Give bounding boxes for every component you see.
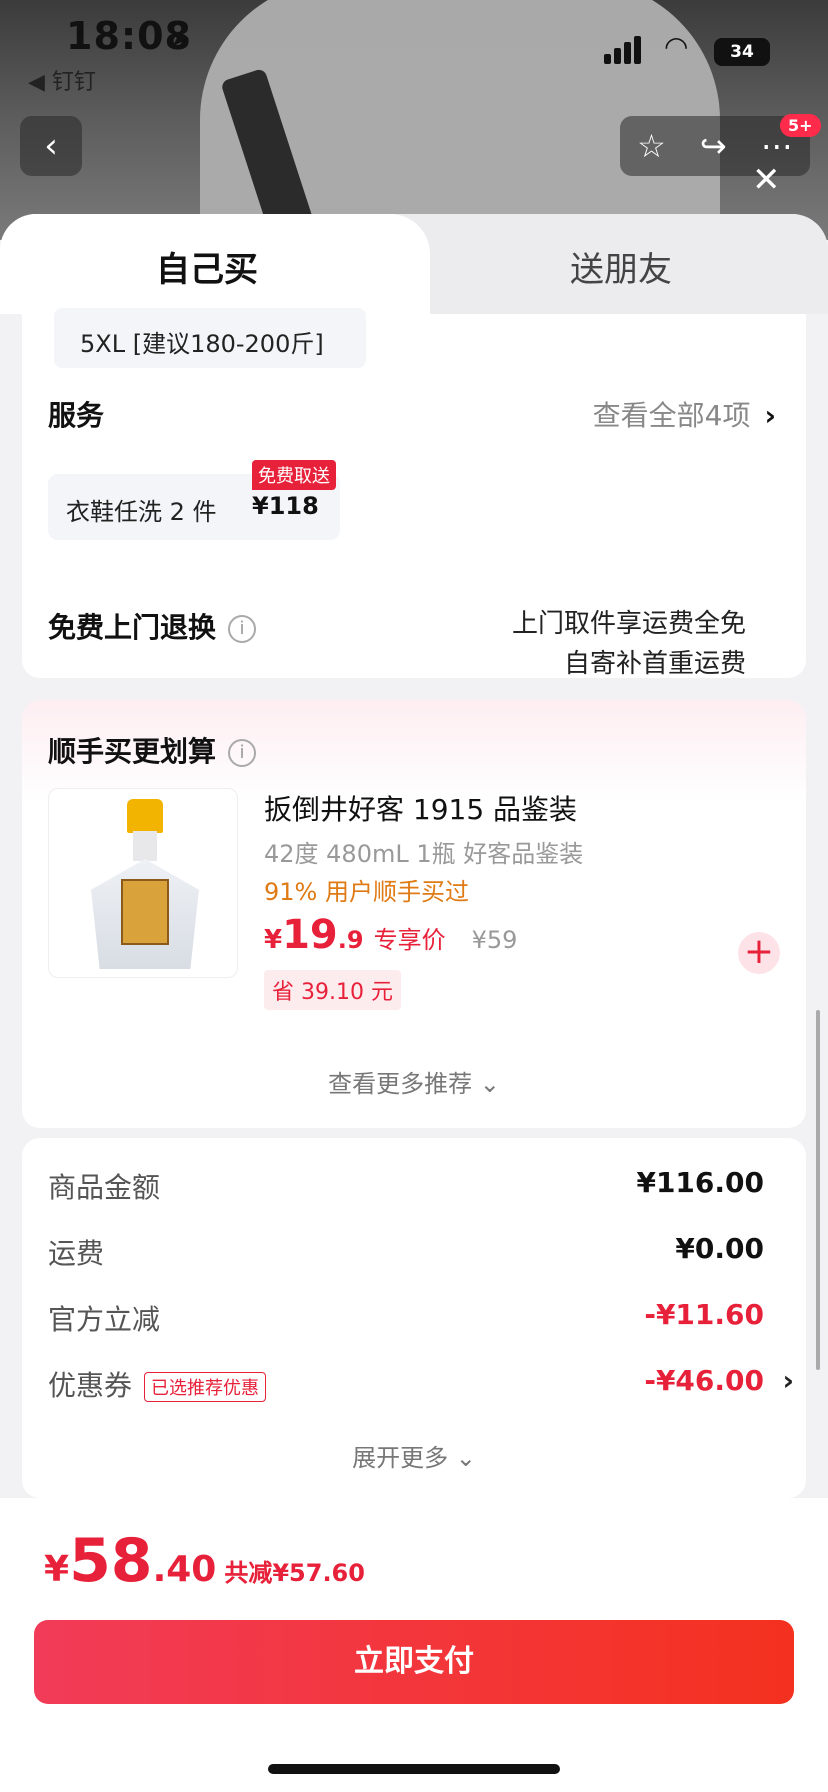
service-item-name: 衣鞋任洗 2 件 [66,498,217,526]
bottle-label-shape [121,879,169,945]
battery-icon: 34 [714,38,770,66]
free-return-title: 免费上门退换 i [48,606,257,646]
chevron-right-icon: › [764,399,776,432]
price-summary-card: 商品金额 ¥116.00 运费 ¥0.00 官方立减 -¥11.60 优惠券 已选… [22,1138,806,1498]
more-recommendations-link[interactable]: 查看更多推荐 ⌄ [22,1064,806,1099]
price-decimal: .9 [337,926,364,954]
summary-value: ¥0.00 [675,1232,764,1265]
coupon-label: 优惠券 [48,1369,133,1402]
product-bought-rate: 91% 用户顺手买过 [264,878,469,906]
share-icon[interactable]: ↪ [700,127,727,165]
back-icon: ‹ [44,126,58,166]
coupon-tag: 已选推荐优惠 [144,1372,267,1402]
signal-icon [604,36,644,64]
message-badge: 5+ [780,114,821,137]
info-icon[interactable]: i [228,739,257,767]
summary-row-coupon[interactable]: 优惠券 已选推荐优惠 -¥46.00 › [48,1364,794,1404]
scrollbar[interactable] [816,1010,820,1370]
recommendation-title: 顺手买更划算 i [48,730,257,770]
recommendation-label: 顺手买更划算 [48,735,217,768]
product-spec: 42度 480mL 1瓶 好客品鉴装 [264,840,584,868]
size-option[interactable]: 5XL [建议180-200斤] [54,308,366,368]
summary-row-official-discount: 官方立减 -¥11.60 [48,1298,764,1338]
add-product-button[interactable]: + [738,932,780,974]
checkout-bar: ¥58.40 共减¥57.60 立即支付 [0,1498,828,1792]
bottle-neck-shape [133,831,157,861]
summary-label: 官方立减 [48,1303,161,1336]
total-decimal: .40 [152,1549,217,1590]
price-symbol: ¥ [264,925,283,955]
price-integer: 19 [282,912,338,958]
service-card: 5XL [建议180-200斤] 服务 查看全部4项 › 衣鞋任洗 2 件 ¥11… [22,308,806,679]
free-pickup-badge: 免费取送 [252,460,336,490]
chevron-right-icon: › [782,1364,794,1397]
bottle-cap-shape [127,799,163,833]
recommendation-card: 顺手买更划算 i 扳倒井好客 1915 品鉴装 42度 480mL 1瓶 好客品鉴… [22,700,806,1128]
view-all-services-link[interactable]: 查看全部4项 › [593,394,776,434]
star-icon[interactable]: ☆ [637,127,666,165]
total-price: ¥58.40 共减¥57.60 [44,1526,365,1596]
free-return-line1: 上门取件享运费全免 [511,609,746,639]
tab-buy-for-self[interactable]: 自己买 [156,242,258,291]
back-to-app-link[interactable]: ◀ 钉钉 [28,64,96,96]
summary-label: 商品金额 [48,1171,161,1204]
total-reduction: 共减¥57.60 [224,1559,365,1587]
summary-label: 运费 [48,1237,105,1270]
close-icon[interactable]: ✕ [752,160,781,200]
plus-icon: + [743,931,775,972]
total-integer: 58 [69,1526,153,1596]
pay-now-button[interactable]: 立即支付 [34,1620,794,1704]
wifi-icon: ◠ [664,30,689,63]
summary-label: 优惠券 已选推荐优惠 [48,1364,267,1404]
location-arrow-icon: ➤ [170,24,191,52]
summary-value: -¥46.00 [644,1364,764,1397]
product-image[interactable] [48,788,238,978]
service-title: 服务 [48,399,105,432]
product-name[interactable]: 扳倒井好客 1915 品鉴装 [264,788,577,828]
status-bar: 18:08 ➤ ◀ 钉钉 ◠ 34 [0,0,828,100]
free-return-label: 免费上门退换 [48,611,217,644]
service-item-price: ¥118 [252,492,319,520]
summary-value: -¥11.60 [644,1298,764,1331]
summary-row-goods: 商品金额 ¥116.00 [48,1166,764,1206]
expand-more-link[interactable]: 展开更多 ⌄ [22,1438,806,1473]
total-symbol: ¥ [44,1549,70,1590]
free-return-line2: 自寄补首重运费 [563,649,746,679]
view-all-label: 查看全部4项 [592,399,751,432]
back-button[interactable]: ‹ [20,116,82,176]
original-price: ¥59 [471,926,518,954]
saving-badge: 省 39.10 元 [264,970,401,1010]
free-return-description: 上门取件享运费全免 自寄补首重运费 [512,604,746,684]
product-price: ¥19.9 专享价 ¥59 [264,912,517,958]
price-tag: 专享价 [373,926,446,954]
tab-bar: 自己买 送朋友 [0,214,828,314]
info-icon[interactable]: i [228,615,257,643]
home-indicator [268,1764,560,1774]
summary-row-shipping: 运费 ¥0.00 [48,1232,764,1272]
summary-value: ¥116.00 [636,1166,764,1199]
tab-send-to-friend[interactable]: 送朋友 [570,242,672,291]
